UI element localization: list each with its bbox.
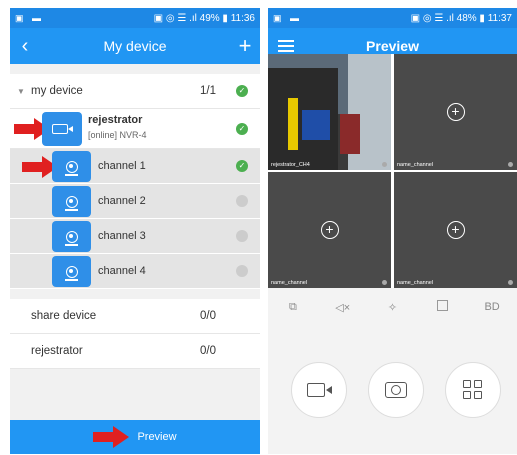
group-rejestrator[interactable]: rejestrator 0/0 (10, 334, 260, 369)
channel-label: channel 4 (98, 265, 146, 277)
control-panel (268, 322, 517, 454)
video-grid: rejestrator_CH4 + name_channel + name_ch… (268, 54, 517, 288)
device-row[interactable]: rejestrator [online] NVR-4 ✓ (10, 109, 260, 149)
channel-row[interactable]: channel 1 ✓ (10, 149, 260, 184)
device-list: ▼ my device 1/1 ✓ rejestrator [online] N… (10, 74, 260, 369)
group-count: 1/1 (200, 85, 216, 97)
group-label: share device (31, 310, 97, 322)
device-name: rejestrator (88, 114, 143, 126)
add-channel-icon[interactable]: + (446, 103, 465, 121)
preview-button[interactable]: Preview (10, 420, 260, 454)
group-label: my device (31, 85, 83, 97)
quality-toggle[interactable]: BD (477, 301, 507, 313)
cell-status-dot (382, 280, 387, 285)
cell-channel-name: name_channel (271, 280, 308, 286)
video-cell[interactable]: rejestrator_CH4 (268, 54, 391, 170)
back-icon[interactable]: ‹ (10, 28, 40, 64)
check-icon[interactable]: ✓ (236, 160, 248, 172)
annotation-arrow-icon (93, 426, 130, 448)
cell-status-dot (508, 162, 513, 167)
channel-label: channel 2 (98, 195, 146, 207)
add-device-icon[interactable]: + (230, 28, 260, 64)
device-list-screen: ▣ ▬ ▣ ◎ ☰ .ıl 49% ▮ 11:36 ‹ My device + … (10, 8, 260, 454)
mute-icon[interactable]: ◁× (328, 301, 358, 314)
check-icon[interactable]: ✓ (236, 122, 248, 135)
group-label: rejestrator (31, 345, 83, 357)
cell-channel-name: name_channel (397, 162, 434, 168)
collapse-caret-icon[interactable]: ▼ (17, 87, 25, 96)
group-my-device[interactable]: ▼ my device 1/1 ✓ (10, 74, 260, 109)
camera-icon (52, 186, 91, 217)
cell-status-dot (382, 162, 387, 167)
header-bar: ‹ My device + (10, 28, 260, 64)
check-icon[interactable] (236, 265, 248, 277)
camera-icon (52, 151, 91, 182)
check-icon[interactable] (236, 195, 248, 207)
check-icon[interactable] (236, 230, 248, 242)
page-title: My device (103, 38, 167, 54)
video-cell[interactable]: + name_channel (268, 172, 391, 288)
video-cell[interactable]: + name_channel (394, 172, 517, 288)
status-indicators: ▣ ◎ ☰ .ıl 49% ▮ 11:36 (153, 12, 255, 24)
ptz-icon[interactable]: ✧ (377, 301, 407, 314)
group-count: 0/0 (200, 345, 216, 357)
group-count: 0/0 (200, 310, 216, 322)
add-channel-icon[interactable]: + (320, 221, 339, 239)
layout-button[interactable] (445, 362, 501, 418)
channel-row[interactable]: channel 3 (10, 219, 260, 254)
fullscreen-icon[interactable] (427, 300, 457, 314)
snapshot-icon (385, 382, 407, 398)
check-icon[interactable]: ✓ (236, 85, 248, 97)
cell-channel-name: name_channel (397, 280, 434, 286)
split-screen-icon[interactable]: ⧉ (278, 301, 308, 314)
status-bar: ▣ ▬ ▣ ◎ ☰ .ıl 49% ▮ 11:36 (10, 8, 260, 28)
grid-layout-icon (463, 380, 483, 400)
snapshot-button[interactable] (368, 362, 424, 418)
preview-toolbar: ⧉ ◁× ✧ BD (268, 292, 517, 322)
channel-row[interactable]: channel 2 (10, 184, 260, 219)
record-button[interactable] (291, 362, 347, 418)
group-share-device[interactable]: share device 0/0 (10, 299, 260, 334)
camera-icon (52, 256, 91, 287)
record-icon (307, 383, 332, 397)
status-indicators: ▣ ◎ ☰ .ıl 48% ▮ 11:37 (410, 12, 512, 24)
channel-label: channel 1 (98, 160, 146, 172)
channel-label: channel 3 (98, 230, 146, 242)
page-title: Preview (366, 38, 419, 54)
cell-channel-name: rejestrator_CH4 (271, 162, 310, 168)
device-status: [online] NVR-4 (88, 130, 147, 140)
divider (10, 289, 260, 299)
status-bar: ▣ ▬ ▣ ◎ ☰ .ıl 48% ▮ 11:37 (268, 8, 517, 28)
preview-button-label: Preview (137, 431, 177, 443)
video-cell[interactable]: + name_channel (394, 54, 517, 170)
camera-icon (52, 221, 91, 252)
channel-row[interactable]: channel 4 (10, 254, 260, 289)
add-channel-icon[interactable]: + (446, 221, 465, 239)
status-notifications: ▣ ▬ (15, 12, 45, 23)
status-notifications: ▣ ▬ (273, 12, 303, 23)
preview-screen: ▣ ▬ ▣ ◎ ☰ .ıl 48% ▮ 11:37 Preview rejest… (268, 8, 517, 454)
nvr-icon (42, 112, 82, 146)
cell-status-dot (508, 280, 513, 285)
